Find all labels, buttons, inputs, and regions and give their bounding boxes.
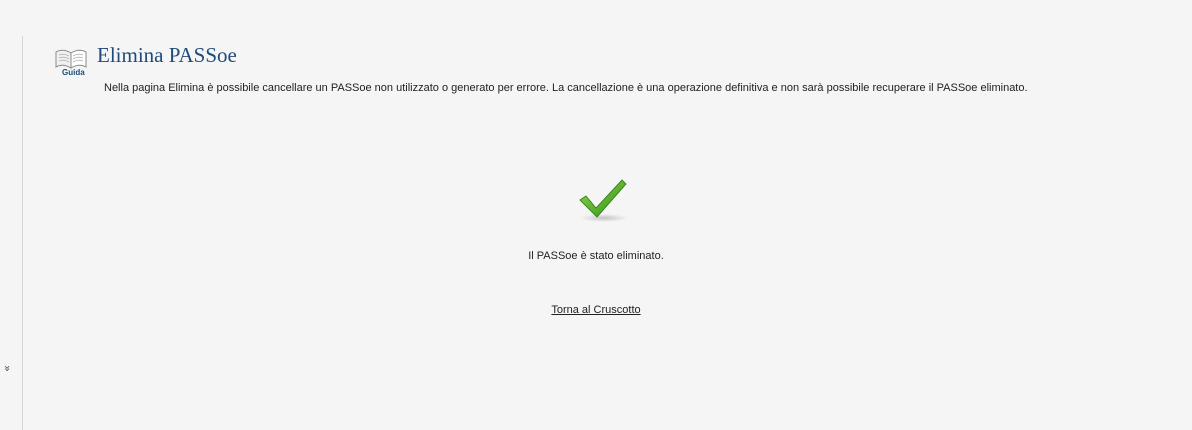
checkmark-icon (574, 178, 630, 224)
guide-label[interactable]: Guida (62, 68, 85, 77)
back-to-dashboard-link[interactable]: Torna al Cruscotto (551, 304, 640, 316)
back-link-container: Torna al Cruscotto (0, 304, 1192, 316)
status-message: Il PASSoe è stato eliminato. (528, 250, 664, 262)
intro-description: Nella pagina Elimina è possibile cancell… (104, 82, 1028, 94)
sidebar-toggle-icon[interactable]: » (1, 365, 14, 372)
left-divider (22, 36, 23, 430)
page-title: Elimina PASSoe (97, 43, 237, 67)
page: » Guida Elimina PASSoe Nella pagina Elim… (0, 0, 1192, 430)
